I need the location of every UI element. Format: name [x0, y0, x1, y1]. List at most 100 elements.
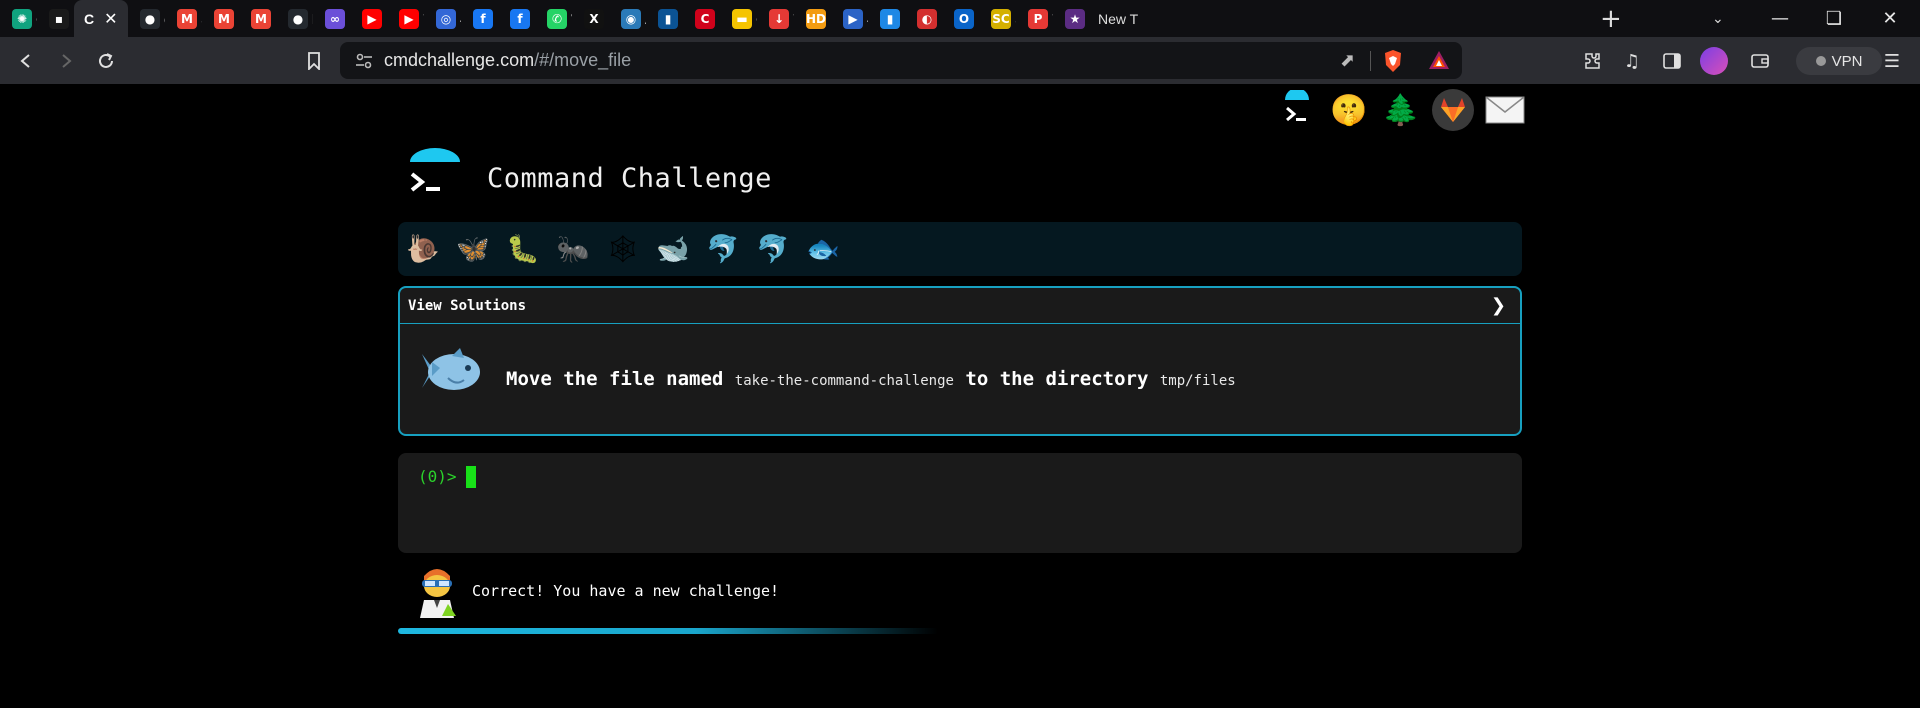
terminal-icon[interactable]	[1276, 89, 1318, 131]
vpn-status-icon	[1815, 56, 1826, 66]
minimize-button[interactable]: —	[1760, 0, 1800, 37]
challenge-card: View Solutions ❯ Move the file named tak…	[398, 286, 1522, 436]
tab-favicon-icon: M	[214, 8, 234, 29]
terminal-prompt: (0)>	[418, 467, 457, 486]
reload-button[interactable]	[92, 47, 120, 75]
shark-icon[interactable]: 🐬	[756, 232, 790, 266]
browser-tab[interactable]: HDF	[794, 0, 831, 37]
browser-tab[interactable]: MIr	[239, 0, 276, 37]
whale-icon[interactable]: 🐋	[656, 232, 690, 266]
address-bar[interactable]: cmdchallenge.com/#/move_file ⬈	[340, 42, 1462, 79]
tab-favicon-icon: ▮	[880, 8, 900, 29]
site-settings-icon[interactable]	[354, 51, 374, 71]
browser-tab[interactable]: PY	[1016, 0, 1053, 37]
ant-icon[interactable]: 🐜	[556, 232, 590, 266]
browser-tab[interactable]: ✺C	[0, 0, 37, 37]
bookmark-button[interactable]	[300, 47, 328, 75]
browser-tab[interactable]: C ✕	[74, 0, 128, 37]
view-solutions-label: View Solutions	[408, 297, 527, 314]
caterpillar-icon[interactable]: 🐛	[506, 232, 540, 266]
tab-favicon-icon: HD	[806, 8, 826, 29]
tab-favicon-icon: ▬	[732, 8, 752, 29]
vpn-button[interactable]: VPN	[1796, 47, 1882, 75]
terminal-input[interactable]: (0)>	[398, 453, 1522, 553]
tab-favicon-icon: ◐	[917, 8, 937, 29]
browser-tab[interactable]: ★H	[1053, 0, 1090, 37]
close-tab-icon[interactable]: ✕	[104, 9, 117, 28]
back-button[interactable]	[12, 47, 40, 75]
vpn-label: VPN	[1831, 52, 1863, 70]
browser-tab[interactable]: ✆V	[535, 0, 572, 37]
browser-tab[interactable]: ∞H	[313, 0, 350, 37]
tab-favicon-icon: O	[954, 8, 974, 29]
brave-shields-icon[interactable]	[1382, 49, 1404, 73]
browser-tab[interactable]: ●cl	[128, 0, 165, 37]
spider-web-icon[interactable]: 🕸	[606, 232, 640, 266]
gitlab-icon[interactable]	[1432, 89, 1474, 131]
browser-tab[interactable]: ◎4	[424, 0, 461, 37]
close-window-button[interactable]: ✕	[1870, 0, 1910, 37]
brave-rewards-icon[interactable]	[1428, 50, 1450, 70]
browser-tab[interactable]: ▶Y	[387, 0, 424, 37]
browser-toolbar: cmdchallenge.com/#/move_file ⬈ ♫ VPN ☰	[0, 37, 1920, 84]
tab-favicon-icon: ✺	[12, 8, 32, 29]
browser-tab[interactable]: ▮P	[868, 0, 905, 37]
header-links: 🤫 🌲	[1276, 88, 1526, 132]
page-title: Command Challenge	[487, 163, 772, 194]
shushing-face-icon[interactable]: 🤫	[1328, 89, 1370, 131]
wallet-icon[interactable]	[1748, 49, 1772, 73]
browser-tab[interactable]: ●k	[276, 0, 313, 37]
tab-favicon-icon: ★	[1065, 8, 1085, 29]
tree-icon[interactable]: 🌲	[1380, 89, 1422, 131]
browser-tab[interactable]: ▮B	[646, 0, 683, 37]
browser-tab[interactable]: ▪P	[37, 0, 74, 37]
result-text: Correct! You have a new challenge!	[472, 582, 780, 600]
sidebar-icon[interactable]	[1660, 49, 1684, 73]
browser-tab[interactable]: CU	[683, 0, 720, 37]
browser-tab[interactable]: fF	[498, 0, 535, 37]
browser-tab[interactable]: fH	[461, 0, 498, 37]
browser-tab[interactable]: ◐D	[905, 0, 942, 37]
url-text[interactable]: cmdchallenge.com/#/move_file	[384, 50, 631, 71]
browser-tab[interactable]: ▶D	[350, 0, 387, 37]
new-tab-button[interactable]: +	[1600, 0, 1622, 37]
share-icon[interactable]: ⬈	[1340, 50, 1355, 71]
menu-icon[interactable]: ☰	[1880, 49, 1904, 73]
browser-tab[interactable]: ◉A	[609, 0, 646, 37]
reload-icon	[99, 53, 113, 68]
site-logo-icon	[410, 148, 460, 192]
scientist-avatar-icon	[420, 569, 456, 618]
snail-icon[interactable]: 🐌	[406, 232, 440, 266]
tab-favicon-icon: ●	[140, 8, 160, 29]
profile-avatar[interactable]	[1700, 47, 1728, 75]
tab-favicon-icon: ▪	[49, 8, 69, 29]
butterfly-icon[interactable]: 🦋	[456, 232, 490, 266]
extensions-icon[interactable]	[1580, 49, 1604, 73]
browser-tab[interactable]: SCS	[979, 0, 1016, 37]
browser-tab-new[interactable]: New T	[1090, 0, 1158, 37]
tab-title: C	[84, 10, 95, 27]
browser-tab[interactable]: ↓Y	[757, 0, 794, 37]
browser-tab[interactable]: XM	[572, 0, 609, 37]
browser-tab[interactable]: MS	[165, 0, 202, 37]
tab-favicon-icon: ∞	[325, 8, 345, 29]
tab-strip: ✺C▪PC✕●clMSMIrMIr●k∞H▶D▶Y◎4fHfF✆VXM◉A▮BC…	[0, 0, 1920, 37]
mail-icon[interactable]	[1484, 89, 1526, 131]
tab-favicon-icon: ▶	[362, 8, 382, 29]
restore-button[interactable]: ❏	[1814, 0, 1854, 37]
tab-favicon-icon: f	[473, 8, 493, 29]
tab-favicon-icon: M	[177, 8, 197, 29]
tab-favicon-icon: P	[1028, 8, 1048, 29]
browser-tab[interactable]: ▬C	[720, 0, 757, 37]
tab-search-chevron-icon[interactable]: ⌄	[1712, 0, 1724, 37]
fish-icon[interactable]: 🐟	[806, 232, 840, 266]
bookmark-icon	[308, 52, 320, 70]
browser-tab[interactable]: ▶4	[831, 0, 868, 37]
music-icon[interactable]: ♫	[1620, 49, 1644, 73]
result-message: Correct! You have a new challenge!	[412, 564, 779, 618]
view-solutions-toggle[interactable]: View Solutions ❯	[400, 288, 1520, 324]
browser-tab[interactable]: OM	[942, 0, 979, 37]
dolphin-icon[interactable]: 🐬	[706, 232, 740, 266]
browser-tab[interactable]: MIr	[202, 0, 239, 37]
forward-button[interactable]	[52, 47, 80, 75]
